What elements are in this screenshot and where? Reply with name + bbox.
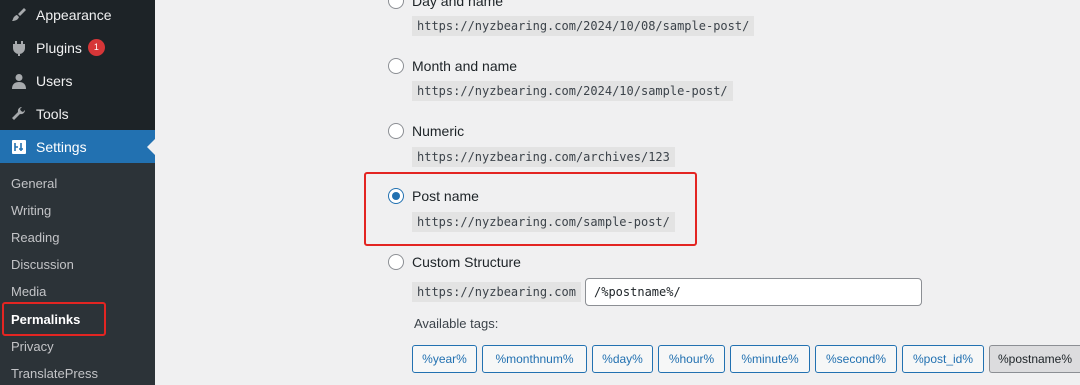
submenu-media[interactable]: Media [11,282,46,302]
radio-numeric[interactable] [388,123,404,139]
tag-post-id-button[interactable]: %post_id% [902,345,984,373]
menu-label: Appearance [36,6,112,23]
submenu-translatepress[interactable]: TranslatePress [11,364,98,384]
tag-hour-button[interactable]: %hour% [658,345,725,373]
submenu-general[interactable]: General [11,174,57,194]
permalinks-highlight-box [2,302,106,336]
example-month-and-name: https://nyzbearing.com/2024/10/sample-po… [412,81,733,101]
submenu-reading[interactable]: Reading [11,228,59,248]
tag-second-button[interactable]: %second% [815,345,897,373]
menu-item-settings[interactable]: Settings [0,130,155,163]
settings-icon [10,138,28,156]
update-count-badge: 1 [87,39,105,56]
tag-monthnum-button[interactable]: %monthnum% [482,345,587,373]
tag-year-button[interactable]: %year% [412,345,477,373]
menu-item-users[interactable]: Users [0,64,155,97]
tag-postname-button[interactable]: %postname% [989,345,1080,373]
menu-item-plugins[interactable]: Plugins 1 [0,31,155,64]
menu-label: Plugins [36,39,82,56]
option-label: Month and name [412,58,518,74]
custom-structure-input[interactable]: /%postname%/ [585,278,922,306]
post-name-highlight-box [364,172,697,246]
radio-day-and-name[interactable] [388,0,404,9]
example-day-and-name: https://nyzbearing.com/2024/10/08/sample… [412,16,755,36]
option-day-and-name[interactable]: Day and name [388,0,503,11]
menu-item-appearance[interactable]: Appearance [0,0,155,31]
menu-label: Settings [36,138,87,155]
option-label: Numeric [412,123,465,139]
option-numeric[interactable]: Numeric [388,121,464,141]
option-month-and-name[interactable]: Month and name [388,56,517,76]
menu-label: Tools [36,105,69,122]
plug-icon [10,39,28,57]
option-custom-structure[interactable]: Custom Structure [388,252,521,272]
tag-minute-button[interactable]: %minute% [730,345,810,373]
menu-item-tools[interactable]: Tools [0,97,155,130]
tag-day-button[interactable]: %day% [592,345,653,373]
submenu-privacy[interactable]: Privacy [11,337,54,357]
menu-label: Users [36,72,73,89]
submenu-discussion[interactable]: Discussion [11,255,74,275]
example-numeric: https://nyzbearing.com/archives/123 [412,147,675,167]
custom-structure-base-url: https://nyzbearing.com [412,282,581,302]
option-label: Custom Structure [412,254,521,270]
user-icon [10,72,28,90]
radio-month-and-name[interactable] [388,58,404,74]
submenu-writing[interactable]: Writing [11,201,51,221]
settings-submenu: General Writing Reading Discussion Media… [0,163,155,385]
wrench-icon [10,105,28,123]
available-tags-label: Available tags: [414,316,499,331]
radio-custom-structure[interactable] [388,254,404,270]
active-menu-arrow [147,138,155,155]
paintbrush-icon [10,6,28,24]
option-label: Day and name [412,0,504,9]
